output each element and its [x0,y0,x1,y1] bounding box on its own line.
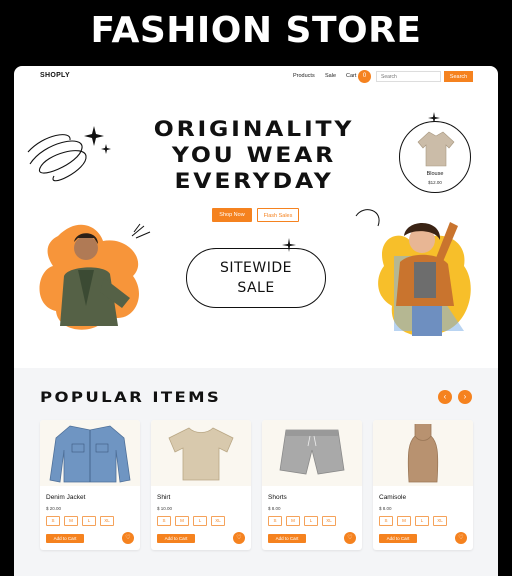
nav-cart[interactable]: Cart [346,73,356,79]
add-to-cart-button[interactable]: Add to Cart [46,534,84,543]
product-name: Denim Jacket [46,494,86,501]
burst-lines-icon [131,223,151,239]
size-options: S M L XL [268,516,336,526]
sitewide-sale-badge[interactable]: SITEWIDE SALE [186,248,326,308]
product-price: $ 20.00 [46,506,62,511]
featured-product[interactable]: Blouse $12.00 [399,121,471,193]
size-xl[interactable]: XL [211,516,225,526]
size-l[interactable]: L [304,516,318,526]
product-price: $ 8.00 [379,506,392,511]
add-to-cart-button[interactable]: Add to Cart [379,534,417,543]
product-name: Shorts [268,494,287,501]
size-options: S M L XL [379,516,447,526]
add-to-cart-button[interactable]: Add to Cart [268,534,306,543]
size-m[interactable]: M [286,516,300,526]
prev-arrow-button[interactable]: ‹ [438,390,452,404]
featured-name: Blouse [426,171,444,177]
product-card[interactable]: Camisole $ 8.00 S M L XL Add to Cart ♡ [373,420,473,550]
shirt-image [168,427,234,481]
size-s[interactable]: S [268,516,282,526]
heart-icon[interactable]: ♡ [122,532,134,544]
shorts-image [279,429,345,475]
camisole-image [407,424,439,483]
sale-line-2: SALE [237,280,275,296]
size-l[interactable]: L [82,516,96,526]
search-input[interactable] [376,71,441,82]
product-image-frame [40,420,140,486]
flash-sales-button[interactable]: Flash Sales [257,208,299,222]
sale-line-1: SITEWIDE [219,260,292,276]
size-s[interactable]: S [157,516,171,526]
product-image-frame [151,420,251,486]
size-s[interactable]: S [379,516,393,526]
product-card[interactable]: Shirt $ 10.00 S M L XL Add to Cart ♡ [151,420,251,550]
popular-items-section: POPULAR ITEMS ‹ › Denim Jacket $ 20.00 S… [14,368,498,576]
size-s[interactable]: S [46,516,60,526]
heart-icon[interactable]: ♡ [233,532,245,544]
size-options: S M L XL [46,516,114,526]
denim-jacket-image [49,425,131,483]
size-m[interactable]: M [64,516,78,526]
hero-line-3: EVERYDAY [174,169,334,193]
banner-title: FASHION STORE [90,10,422,51]
product-card[interactable]: Denim Jacket $ 20.00 S M L XL Add to Car… [40,420,140,550]
size-m[interactable]: M [397,516,411,526]
product-name: Shirt [157,494,171,501]
store-page: SHOPLY Products Sale Cart 0 Search ORIGI… [14,66,498,576]
heart-icon[interactable]: ♡ [344,532,356,544]
product-image-frame [373,420,473,486]
product-image-frame [262,420,362,486]
size-l[interactable]: L [415,516,429,526]
heart-icon[interactable]: ♡ [455,532,467,544]
scribble-decoration [27,134,87,182]
size-m[interactable]: M [175,516,189,526]
featured-price: $12.00 [428,180,442,185]
hero-line-2: YOU WEAR [171,143,337,167]
product-price: $ 8.00 [268,506,281,511]
top-nav: SHOPLY Products Sale Cart 0 Search [14,66,498,88]
cart-count-badge[interactable]: 0 [358,70,371,83]
nav-products[interactable]: Products [293,73,315,79]
size-options: S M L XL [157,516,225,526]
size-xl[interactable]: XL [433,516,447,526]
hero-line-1: ORIGINALITY [153,117,355,141]
search-button[interactable]: Search [444,71,473,82]
size-xl[interactable]: XL [322,516,336,526]
shop-now-button[interactable]: Shop Now [212,208,252,222]
popular-title: POPULAR ITEMS [40,390,222,406]
product-price: $ 10.00 [157,506,173,511]
product-name: Camisole [379,494,407,501]
hero-headline: ORIGINALITY YOU WEAR EVERYDAY [120,116,389,194]
product-card[interactable]: Shorts $ 8.00 S M L XL Add to Cart ♡ [262,420,362,550]
sparkle-icon [84,126,111,154]
female-model-image [355,209,471,336]
nav-sale[interactable]: Sale [325,73,336,79]
logo[interactable]: SHOPLY [40,72,70,79]
add-to-cart-button[interactable]: Add to Cart [157,534,195,543]
size-l[interactable]: L [193,516,207,526]
size-xl[interactable]: XL [100,516,114,526]
next-arrow-button[interactable]: › [458,390,472,404]
blouse-image [417,131,455,167]
